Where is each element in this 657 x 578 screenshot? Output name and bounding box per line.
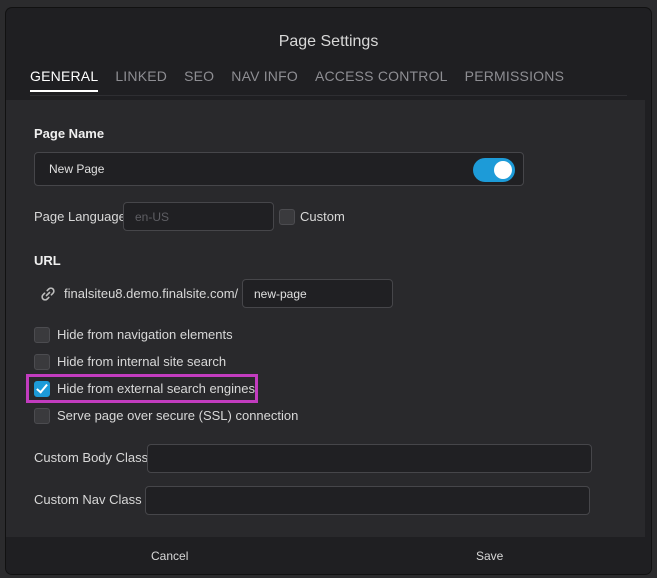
page-settings-dialog: Page Settings GENERAL LINKED SEO NAV INF…	[6, 8, 651, 574]
tab-linked[interactable]: LINKED	[115, 68, 167, 92]
hide-internal-search-label: Hide from internal site search	[57, 354, 227, 369]
toggle-knob	[494, 161, 512, 179]
link-icon	[41, 287, 55, 301]
custom-language-checkbox[interactable]	[279, 209, 295, 225]
hide-navigation-checkbox[interactable]	[34, 327, 50, 343]
page-name-heading: Page Name	[34, 126, 105, 141]
url-slug-input[interactable]: new-page	[242, 279, 393, 308]
custom-body-class-input[interactable]	[147, 444, 592, 473]
custom-nav-class-label: Custom Nav Class	[34, 492, 142, 507]
dialog-title: Page Settings	[278, 33, 379, 50]
page-enabled-toggle[interactable]	[473, 158, 515, 182]
cancel-button[interactable]: Cancel	[151, 549, 188, 563]
tab-nav-info[interactable]: NAV INFO	[231, 68, 298, 92]
tab-access-control[interactable]: ACCESS CONTROL	[315, 68, 448, 92]
tab-bar: GENERAL LINKED SEO NAV INFO ACCESS CONTR…	[30, 68, 581, 92]
tab-general[interactable]: GENERAL	[30, 68, 99, 92]
ssl-label: Serve page over secure (SSL) connection	[57, 408, 299, 423]
tab-permissions[interactable]: PERMISSIONS	[465, 68, 564, 92]
url-prefix: finalsiteu8.demo.finalsite.com/	[64, 286, 239, 301]
page-language-label: Page Language	[34, 209, 126, 224]
hide-navigation-label: Hide from navigation elements	[57, 327, 233, 342]
general-tab-panel: Page Name New Page Page Language en-US C…	[6, 100, 645, 537]
hide-internal-search-checkbox[interactable]	[34, 354, 50, 370]
custom-language-label: Custom	[300, 209, 345, 224]
highlight-box	[26, 374, 258, 403]
tab-seo[interactable]: SEO	[184, 68, 214, 92]
page-name-field[interactable]: New Page	[34, 152, 524, 186]
page-language-input[interactable]: en-US	[123, 202, 274, 231]
custom-nav-class-input[interactable]	[145, 486, 590, 515]
tabs-divider	[30, 95, 627, 96]
custom-body-class-label: Custom Body Class	[34, 450, 149, 465]
url-heading: URL	[34, 253, 61, 268]
ssl-checkbox[interactable]	[34, 408, 50, 424]
page-name-value: New Page	[49, 162, 105, 176]
save-button[interactable]: Save	[476, 549, 503, 563]
dialog-footer: Cancel Save	[6, 537, 651, 574]
